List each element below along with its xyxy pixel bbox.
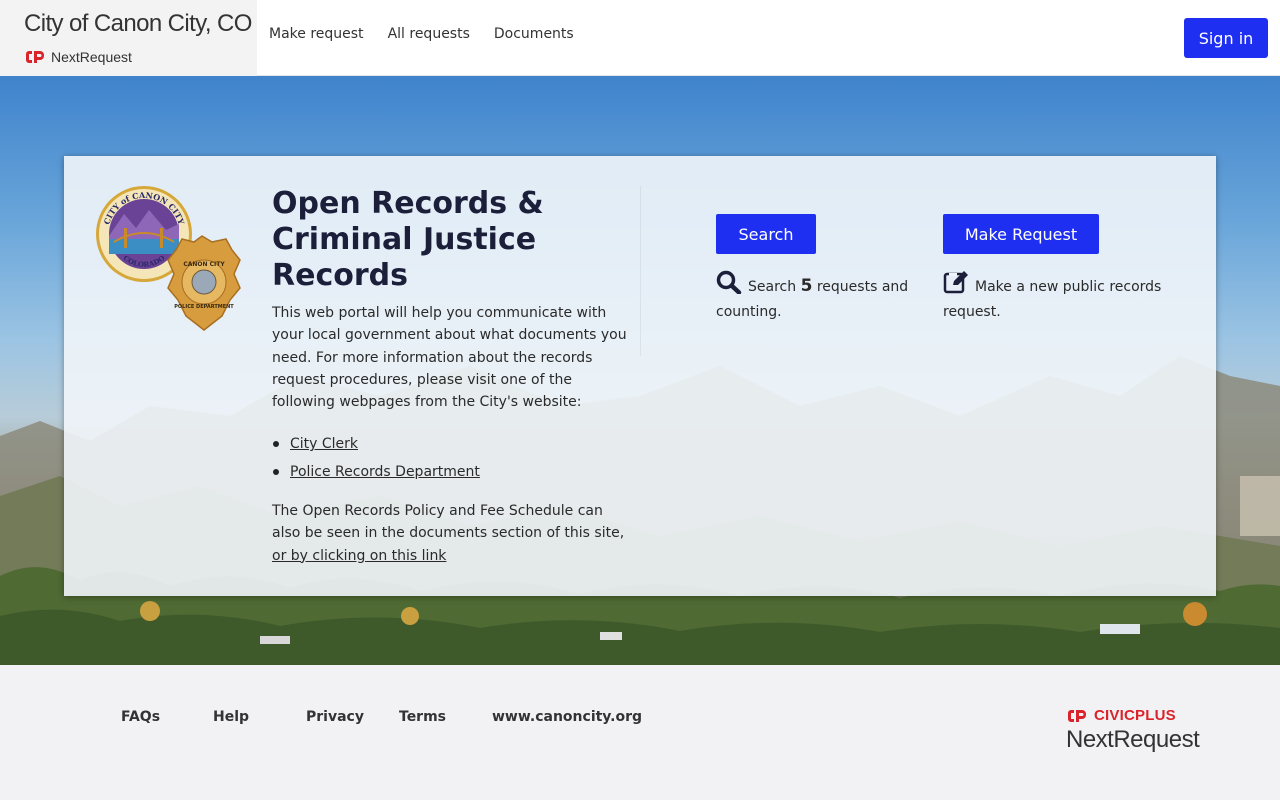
footer-link-privacy[interactable]: Privacy: [306, 709, 364, 725]
list-item: Police Records Department: [272, 458, 480, 486]
search-description: Search 5 requests and counting.: [716, 270, 916, 323]
footer-link-website[interactable]: www.canoncity.org: [492, 709, 642, 725]
nav-all-requests[interactable]: All requests: [388, 26, 470, 42]
nav-make-request[interactable]: Make request: [269, 26, 364, 42]
top-header: City of Canon City, CO NextRequest Make …: [0, 0, 1280, 76]
sign-in-button[interactable]: Sign in: [1184, 18, 1268, 58]
list-item: City Clerk: [272, 430, 480, 458]
civicplus-logo[interactable]: CIVICPLUS NextRequest: [1066, 707, 1200, 754]
nav-documents[interactable]: Documents: [494, 26, 574, 42]
city-clerk-link[interactable]: City Clerk: [290, 436, 358, 452]
policy-text: The Open Records Policy and Fee Schedule…: [272, 503, 625, 542]
product-logo: NextRequest: [25, 49, 132, 65]
badge-bottom-text: POLICE DEPARTMENT: [174, 304, 234, 310]
search-icon: [716, 270, 742, 301]
hero-section: CITY of CANON CITY COLORADO CANON CITY P…: [0, 76, 1280, 665]
page-title: Open Records & Criminal Justice Records: [272, 186, 544, 293]
police-records-link[interactable]: Police Records Department: [290, 464, 480, 480]
org-title[interactable]: City of Canon City, CO: [24, 10, 252, 38]
site-footer: FAQs Help Privacy Terms www.canoncity.or…: [0, 665, 1280, 800]
nextrequest-wordmark: NextRequest: [1066, 726, 1200, 753]
intro-paragraph: This web portal will help you communicat…: [272, 305, 627, 411]
footer-link-terms[interactable]: Terms: [399, 709, 446, 725]
edit-icon: [943, 270, 969, 301]
city-links-list: City Clerk Police Records Department: [272, 430, 480, 486]
column-divider: [640, 186, 641, 356]
main-nav: Make request All requests Documents: [269, 26, 598, 42]
make-request-button[interactable]: Make Request: [943, 214, 1099, 254]
city-police-seal-logo: CITY of CANON CITY COLORADO CANON CITY P…: [96, 186, 241, 331]
civicplus-wordmark: CIVICPLUS: [1094, 707, 1176, 724]
product-name: NextRequest: [51, 49, 132, 65]
civicplus-logo-icon: [1068, 709, 1086, 722]
search-desc-prefix: Search: [748, 279, 797, 295]
make-desc-text: Make a new public records request.: [943, 279, 1162, 320]
make-request-description: Make a new public records request.: [943, 270, 1168, 323]
footer-link-help[interactable]: Help: [213, 709, 249, 725]
intro-card: CITY of CANON CITY COLORADO CANON CITY P…: [64, 156, 1216, 596]
search-button[interactable]: Search: [716, 214, 816, 254]
policy-link[interactable]: or by clicking on this link: [272, 548, 446, 564]
nextrequest-logo-icon: [26, 51, 44, 63]
badge-top-text: CANON CITY: [183, 261, 225, 268]
brand-block[interactable]: City of Canon City, CO NextRequest: [0, 0, 257, 76]
policy-paragraph: The Open Records Policy and Fee Schedule…: [272, 500, 627, 567]
request-count: 5: [800, 276, 813, 296]
footer-link-faqs[interactable]: FAQs: [121, 709, 160, 725]
search-desc-suffix: requests and counting.: [716, 279, 909, 320]
